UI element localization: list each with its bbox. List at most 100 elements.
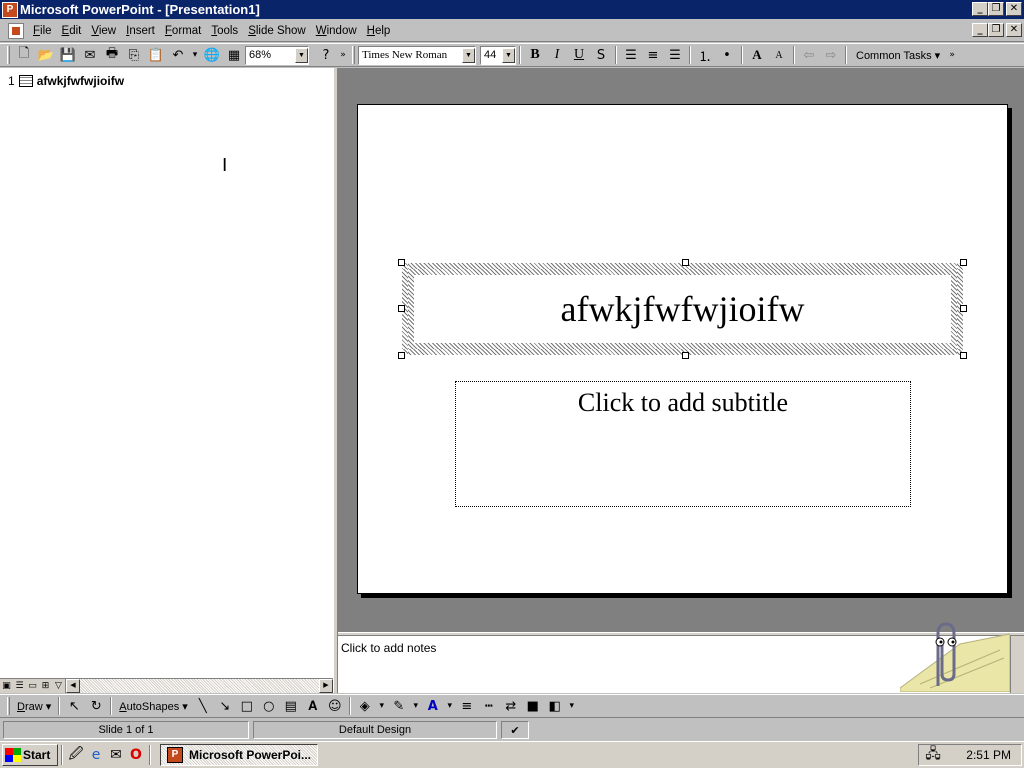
underline-button[interactable]: U <box>568 45 590 65</box>
chevron-down-icon[interactable]: ▼ <box>502 47 515 63</box>
open-icon[interactable]: 📂 <box>35 45 57 65</box>
zoom-select[interactable]: 68% ▼ <box>245 45 309 65</box>
print-icon[interactable]: 🖶 <box>101 45 123 65</box>
notes-scrollbar[interactable] <box>1010 636 1024 693</box>
tables-borders-icon[interactable]: ▦ <box>223 45 245 65</box>
bold-button[interactable]: B <box>524 45 546 65</box>
slide-title[interactable]: afwkjfwfwjioifw <box>414 275 951 343</box>
line-color-icon[interactable]: ✎ <box>388 696 410 716</box>
outline-slide-row[interactable]: 1 afwkjfwfwjioifw <box>8 74 124 88</box>
resize-handle[interactable] <box>960 259 967 266</box>
menu-view[interactable]: View <box>86 25 121 37</box>
oval-icon[interactable]: ○ <box>258 696 280 716</box>
start-button[interactable]: Start <box>2 744 58 766</box>
menu-edit[interactable]: Edit <box>57 25 87 37</box>
line-icon[interactable]: ╲ <box>192 696 214 716</box>
align-right-icon[interactable]: ☰ <box>664 45 686 65</box>
resize-handle[interactable] <box>682 352 689 359</box>
outline-view-icon[interactable]: ☰ <box>13 680 26 692</box>
select-objects-icon[interactable]: ↖ <box>63 696 85 716</box>
resize-handle[interactable] <box>398 352 405 359</box>
arrow-style-icon[interactable]: ⇄ <box>500 696 522 716</box>
normal-view-icon[interactable]: ▣ <box>0 680 13 692</box>
outline-slide-title[interactable]: afwkjfwfwjioifw <box>37 74 124 88</box>
restore-button[interactable]: ❐ <box>988 2 1004 16</box>
menu-window[interactable]: Window <box>311 25 362 37</box>
toolbar-more-icon[interactable]: » <box>337 45 349 65</box>
clip-art-icon[interactable]: ☺ <box>324 696 346 716</box>
chevron-down-icon[interactable]: ▼ <box>295 47 308 63</box>
italic-button[interactable]: I <box>546 45 568 65</box>
copy-icon[interactable]: ⎘ <box>123 45 145 65</box>
dash-style-icon[interactable]: ┅ <box>478 696 500 716</box>
numbering-icon[interactable]: ⒈ <box>694 45 716 65</box>
chevron-down-icon[interactable]: ▾ <box>566 696 578 716</box>
shadow-icon[interactable]: ■ <box>522 696 544 716</box>
menu-help[interactable]: Help <box>362 25 396 37</box>
doc-close-button[interactable]: ✕ <box>1006 23 1022 37</box>
shadow-button[interactable]: S <box>590 45 612 65</box>
office-assistant-icon[interactable] <box>900 614 1010 692</box>
minimize-button[interactable]: _ <box>972 2 988 16</box>
arrow-icon[interactable]: ↘ <box>214 696 236 716</box>
draw-menu-button[interactable]: Draw ▾ <box>13 700 55 713</box>
resize-handle[interactable] <box>960 305 967 312</box>
undo-dropdown-icon[interactable]: ▾ <box>189 45 201 65</box>
slide-sorter-icon[interactable]: ⊞ <box>39 680 52 692</box>
free-rotate-icon[interactable]: ↻ <box>85 696 107 716</box>
font-color-icon[interactable]: A <box>422 696 444 716</box>
internet-explorer-icon[interactable]: e <box>86 745 106 765</box>
network-icon[interactable]: 🖧 <box>923 745 943 765</box>
taskbar-powerpoint-button[interactable]: P Microsoft PowerPoi... <box>160 744 318 766</box>
scroll-left-icon[interactable]: ◀ <box>66 679 80 693</box>
clock[interactable]: 2:51 PM <box>966 748 1011 762</box>
align-center-icon[interactable]: ≡ <box>642 45 664 65</box>
menu-insert[interactable]: Insert <box>121 25 160 37</box>
text-box-icon[interactable]: ▤ <box>280 696 302 716</box>
outline-pane[interactable]: 1 afwkjfwfwjioifw I <box>0 68 333 678</box>
title-placeholder[interactable]: afwkjfwfwjioifw <box>398 259 967 359</box>
toolbar-grip[interactable] <box>7 46 10 64</box>
bullets-icon[interactable]: • <box>716 45 738 65</box>
rectangle-icon[interactable]: □ <box>236 696 258 716</box>
window-titlebar[interactable]: P Microsoft PowerPoint - [Presentation1]… <box>0 0 1024 19</box>
resize-handle[interactable] <box>960 352 967 359</box>
subtitle-placeholder[interactable]: Click to add subtitle <box>455 381 911 507</box>
doc-restore-button[interactable]: ❐ <box>988 23 1004 37</box>
demote-icon[interactable]: ⇨ <box>820 45 842 65</box>
font-name-select[interactable]: Times New Roman ▼ <box>358 45 476 65</box>
document-icon[interactable] <box>8 22 24 39</box>
chevron-down-icon[interactable]: ▾ <box>410 696 422 716</box>
toolbar-grip[interactable] <box>7 697 10 715</box>
autoshapes-menu-button[interactable]: AutoShapes ▾ <box>115 700 192 713</box>
outline-hscrollbar[interactable]: ◀ ▶ <box>65 679 333 693</box>
paste-icon[interactable]: 📋 <box>145 45 167 65</box>
resize-handle[interactable] <box>398 305 405 312</box>
line-style-icon[interactable]: ≡ <box>456 696 478 716</box>
menu-tools[interactable]: Tools <box>206 25 243 37</box>
notes-placeholder[interactable]: Click to add notes <box>341 641 436 655</box>
chevron-down-icon[interactable]: ▾ <box>376 696 388 716</box>
menu-slide-show[interactable]: Slide Show <box>243 25 311 37</box>
show-desktop-icon[interactable]: 🖉 <box>66 745 86 765</box>
3d-icon[interactable]: ◧ <box>544 696 566 716</box>
undo-icon[interactable]: ↶ <box>167 45 189 65</box>
scroll-right-icon[interactable]: ▶ <box>319 679 333 693</box>
spelling-icon[interactable]: ✔ <box>501 721 529 739</box>
slide-canvas[interactable]: afwkjfwfwjioifw Click to add subtitle <box>357 104 1008 594</box>
font-size-select[interactable]: 44 ▼ <box>480 45 516 65</box>
resize-handle[interactable] <box>398 259 405 266</box>
menu-format[interactable]: Format <box>160 25 206 37</box>
wordart-icon[interactable]: 𝐀 <box>302 696 324 716</box>
chevron-down-icon[interactable]: ▾ <box>444 696 456 716</box>
opera-icon[interactable]: O <box>126 745 146 765</box>
increase-font-icon[interactable]: A <box>746 45 768 65</box>
save-icon[interactable]: 💾 <box>57 45 79 65</box>
common-tasks-button[interactable]: Common Tasks ▾ <box>850 49 946 62</box>
fill-color-icon[interactable]: ◈ <box>354 696 376 716</box>
slide-show-icon[interactable]: ▽ <box>52 680 65 692</box>
new-icon[interactable]: 🗋 <box>13 45 35 65</box>
outlook-icon[interactable]: ✉ <box>106 745 126 765</box>
powerpoint-icon[interactable]: P <box>2 1 18 18</box>
close-button[interactable]: ✕ <box>1006 2 1022 16</box>
